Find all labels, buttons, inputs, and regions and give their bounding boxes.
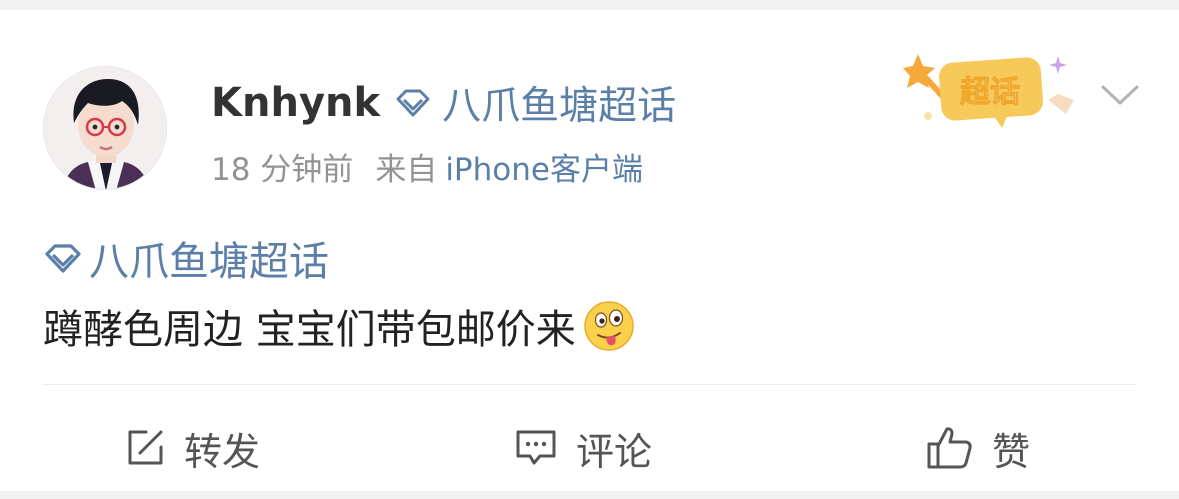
post-content-text: 蹲酵色周边 宝宝们带包邮价来 <box>43 307 576 353</box>
post-meta: 18 分钟前 来自 iPhone客户端 <box>211 144 643 188</box>
post-time: 18 分钟前 <box>211 151 354 188</box>
divider <box>43 384 1137 385</box>
comment-button[interactable]: 评论 <box>514 420 652 476</box>
post-content: 蹲酵色周边 宝宝们带包邮价来 <box>43 298 636 354</box>
post-header: Knhynk 八爪鱼塘超话 <box>211 76 676 130</box>
repost-label: 转发 <box>184 429 261 474</box>
repost-icon <box>124 427 166 469</box>
avatar[interactable] <box>43 66 167 190</box>
comment-icon <box>514 427 558 469</box>
thumbs-up-icon <box>926 425 974 471</box>
like-button[interactable]: 赞 <box>926 420 1030 476</box>
supertopic-diamond-icon <box>394 88 432 118</box>
source-prefix: 来自 <box>375 151 438 188</box>
tongue-out-emoji-icon <box>582 299 636 353</box>
supertopic-diamond-icon <box>43 242 83 274</box>
weibo-post-card: Knhynk 八爪鱼塘超话 18 分钟前 来自 iPhone客户端 超话 八爪鱼… <box>0 10 1179 491</box>
supertopic-badge-label: 超话 <box>960 75 1020 110</box>
repost-button[interactable]: 转发 <box>124 420 260 476</box>
content-topic-tag[interactable]: 八爪鱼塘超话 <box>43 229 329 287</box>
username[interactable]: Knhynk <box>211 80 380 126</box>
comment-label: 评论 <box>576 429 653 474</box>
supertopic-badge[interactable]: 超话 <box>898 48 1082 138</box>
chevron-down-icon[interactable] <box>1100 80 1140 110</box>
content-topic-label[interactable]: 八爪鱼塘超话 <box>89 229 329 287</box>
like-label: 赞 <box>992 429 1031 474</box>
supertopic-link[interactable]: 八爪鱼塘超话 <box>442 75 676 131</box>
source-link[interactable]: iPhone客户端 <box>445 144 643 189</box>
